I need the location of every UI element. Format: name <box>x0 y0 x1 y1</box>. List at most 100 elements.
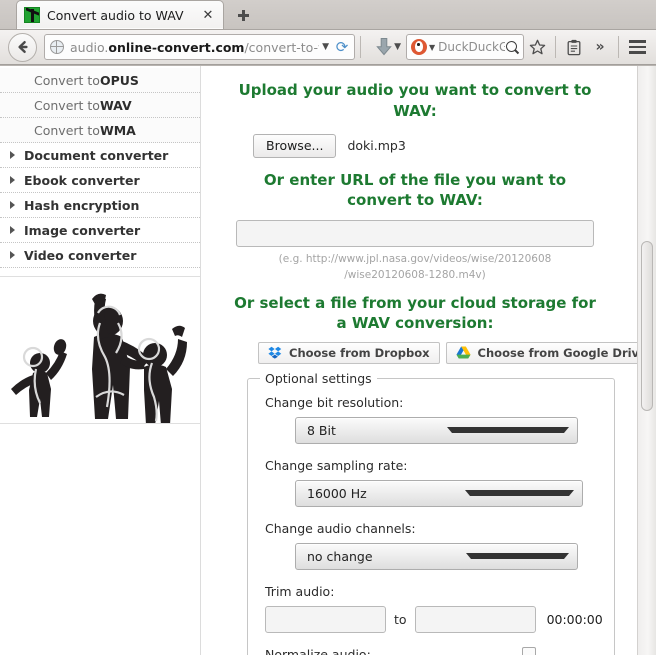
sidebar-item-video-converter[interactable]: Video converter <box>0 243 200 269</box>
search-icon[interactable] <box>505 40 520 55</box>
sidebar-item-image-converter[interactable]: Image converter <box>0 218 200 244</box>
page-viewport: Convert to OPUS Convert to WAV Convert t… <box>0 65 656 655</box>
url-host: online-convert.com <box>108 39 245 55</box>
clipboard-icon <box>567 39 581 55</box>
navigation-toolbar: audio.online-convert.com/convert-to-wa ▼… <box>0 30 656 66</box>
sidebar-item-convert-to-wav[interactable]: Convert to WAV <box>0 93 200 119</box>
sampling-rate-label: Change sampling rate: <box>265 457 408 473</box>
bit-resolution-select[interactable]: 8 Bit <box>295 416 578 444</box>
sampling-rate-group: Change sampling rate: 16000 Hz <box>265 458 598 507</box>
toolbar-divider <box>360 36 362 59</box>
dropbox-button[interactable]: Choose from Dropbox <box>258 341 440 364</box>
sidebar-banner-ad[interactable] <box>0 276 200 425</box>
search-bar[interactable]: ▼ DuckDuckG <box>406 34 524 61</box>
search-input[interactable]: DuckDuckG <box>438 40 505 54</box>
trim-audio-group: Trim audio: to 00:00:00 <box>265 583 603 633</box>
sidebar-item-label: Ebook converter <box>24 172 140 188</box>
normalize-audio-checkbox[interactable] <box>522 647 536 655</box>
trim-end-input[interactable] <box>414 605 536 633</box>
dancing-people-icon <box>11 293 187 424</box>
audio-channels-value: no change <box>307 548 373 564</box>
double-chevron-icon: » <box>595 39 605 56</box>
bit-resolution-group: Change bit resolution: 8 Bit <box>265 395 598 444</box>
new-tab-button[interactable] <box>228 2 258 28</box>
search-engine-chevron-icon[interactable]: ▼ <box>429 43 435 52</box>
menu-button[interactable] <box>624 34 650 60</box>
page-scrollbar[interactable] <box>637 66 656 655</box>
sidebar-item-hash-encryption[interactable]: Hash encryption <box>0 193 200 219</box>
dropbox-button-label: Choose from Dropbox <box>289 345 430 360</box>
trim-start-input[interactable] <box>265 605 386 633</box>
sidebar-item-label: Video converter <box>24 247 137 263</box>
browser-tab[interactable]: Convert audio to WAV ✕ <box>16 0 224 29</box>
optional-settings-body: Change bit resolution: 8 Bit Change samp… <box>248 379 614 655</box>
audio-channels-select[interactable]: no change <box>295 542 578 570</box>
upload-heading: Upload your audio you want to convert to… <box>238 81 592 121</box>
close-icon[interactable]: ✕ <box>199 6 217 24</box>
sidebar-item-ebook-converter[interactable]: Ebook converter <box>0 168 200 194</box>
scrollbar-thumb[interactable] <box>641 241 653 412</box>
url-hint-line2: /wise20120608-1280.m4v) <box>344 268 486 281</box>
selected-file-name: doki.mp3 <box>347 138 406 154</box>
download-arrow-icon <box>376 38 392 56</box>
url-heading: Or enter URL of the file you want to con… <box>263 170 567 210</box>
downloads-button[interactable] <box>372 34 396 60</box>
star-icon <box>529 39 545 55</box>
sidebar-item-label: Convert to <box>34 72 100 88</box>
trim-audio-row: to 00:00:00 <box>265 605 603 633</box>
back-button[interactable] <box>8 32 37 62</box>
plus-icon <box>237 9 249 21</box>
trim-audio-label: Trim audio: <box>265 583 335 599</box>
tab-title: Convert audio to WAV <box>47 7 184 23</box>
url-bar[interactable]: audio.online-convert.com/convert-to-wa ▼… <box>44 34 356 61</box>
chevron-right-icon <box>10 226 15 235</box>
sidebar-item-convert-to-wma[interactable]: Convert to WMA <box>0 118 200 144</box>
chevron-right-icon <box>10 176 15 185</box>
tab-strip: Convert audio to WAV ✕ <box>0 0 656 30</box>
duckduckgo-icon <box>411 39 427 56</box>
sidebar-item-label: Image converter <box>24 222 141 238</box>
google-drive-icon <box>456 346 471 359</box>
cloud-heading: Or select a file from your cloud storage… <box>234 293 596 333</box>
url-hint: (e.g. http://www.jpl.nasa.gov/videos/wis… <box>211 252 619 284</box>
cloud-buttons-row: Choose from Dropbox Choose from Google D… <box>258 341 637 364</box>
back-arrow-icon <box>17 41 28 54</box>
sidebar-item-convert-to-opus[interactable]: Convert to OPUS <box>0 68 200 94</box>
chevron-down-icon[interactable]: ▼ <box>322 42 329 52</box>
bookmark-button[interactable] <box>524 34 550 60</box>
optional-settings-fieldset: Optional settings Change bit resolution:… <box>247 370 615 655</box>
browser-window: Convert audio to WAV ✕ audio.online-conv… <box>0 0 656 655</box>
sidebar-item-label: Convert to <box>34 97 100 113</box>
reload-icon[interactable]: ⟳ <box>334 39 350 55</box>
google-drive-button-label: Choose from Google Drive <box>477 345 637 360</box>
sidebar-item-document-converter[interactable]: Document converter <box>0 143 200 169</box>
bit-resolution-label: Change bit resolution: <box>265 394 404 410</box>
browse-button[interactable]: Browse... <box>253 133 337 158</box>
normalize-audio-row: Normalize audio: <box>265 647 598 655</box>
file-upload-row: Browse... doki.mp3 <box>253 133 619 158</box>
chevron-down-icon <box>465 553 570 560</box>
main-content: Upload your audio you want to convert to… <box>201 66 637 655</box>
page-content: Convert to OPUS Convert to WAV Convert t… <box>0 66 637 655</box>
globe-icon <box>49 39 64 55</box>
chevron-right-icon <box>10 251 15 260</box>
url-path: /convert-to-wa <box>244 39 319 55</box>
google-drive-button[interactable]: Choose from Google Drive <box>445 341 637 364</box>
reader-view-button[interactable] <box>561 34 587 60</box>
url-input[interactable] <box>236 220 594 248</box>
chevron-down-icon <box>447 427 570 434</box>
bit-resolution-value: 8 Bit <box>307 422 336 438</box>
toolbar-divider-3 <box>618 36 619 59</box>
sampling-rate-value: 16000 Hz <box>307 485 367 501</box>
sidebar-item-label: Hash encryption <box>24 197 140 213</box>
chevron-down-icon <box>465 490 575 497</box>
trim-to-label: to <box>394 611 407 627</box>
hamburger-icon <box>628 40 646 55</box>
optional-settings-legend: Optional settings <box>260 370 377 386</box>
dropbox-icon <box>268 347 282 360</box>
downloads-chevron-icon[interactable]: ▼ <box>394 42 401 52</box>
site-favicon-icon <box>24 7 40 23</box>
sampling-rate-select[interactable]: 16000 Hz <box>295 479 583 507</box>
sidebar: Convert to OPUS Convert to WAV Convert t… <box>0 66 201 655</box>
overflow-button[interactable]: » <box>587 34 613 60</box>
